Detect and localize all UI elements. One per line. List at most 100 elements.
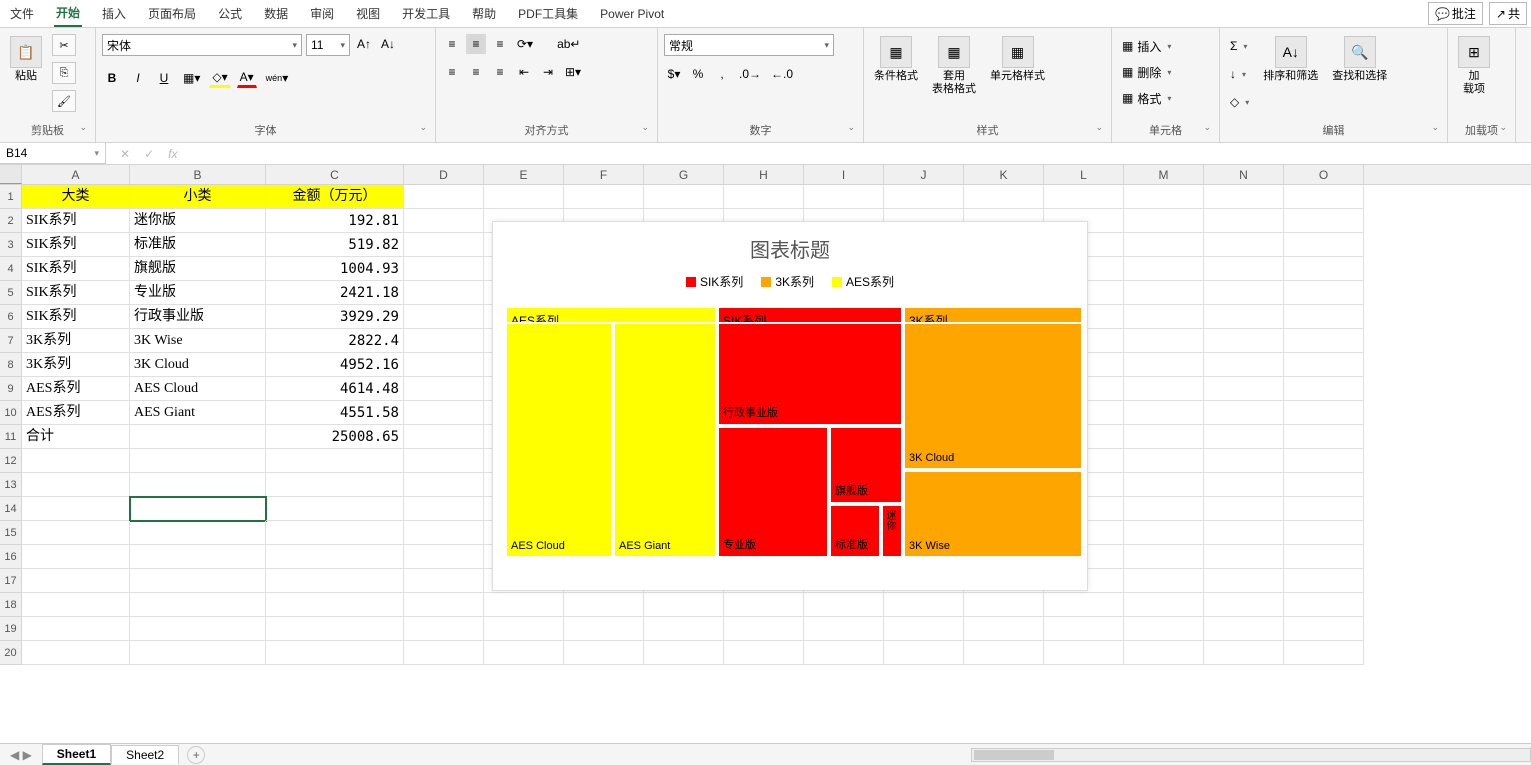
cell-N4[interactable]	[1204, 257, 1284, 281]
col-header-D[interactable]: D	[404, 165, 484, 184]
cell-O13[interactable]	[1284, 473, 1364, 497]
cell-M8[interactable]	[1124, 353, 1204, 377]
cell-B8[interactable]: 3K Cloud	[130, 353, 266, 377]
cell-O9[interactable]	[1284, 377, 1364, 401]
increase-font-icon[interactable]: A↑	[354, 34, 374, 54]
cell-C2[interactable]: 192.81	[266, 209, 404, 233]
cell-B9[interactable]: AES Cloud	[130, 377, 266, 401]
cell-M12[interactable]	[1124, 449, 1204, 473]
cell-K18[interactable]	[964, 593, 1044, 617]
col-header-A[interactable]: A	[22, 165, 130, 184]
cell-A3[interactable]: SIK系列	[22, 233, 130, 257]
fx-icon[interactable]: fx	[168, 147, 177, 161]
cancel-icon[interactable]: ✕	[120, 147, 130, 161]
cell-O20[interactable]	[1284, 641, 1364, 665]
share-button[interactable]: ↗ 共	[1489, 2, 1527, 25]
cell-D20[interactable]	[404, 641, 484, 665]
cell-A9[interactable]: AES系列	[22, 377, 130, 401]
cell-C12[interactable]	[266, 449, 404, 473]
align-left-icon[interactable]: ≡	[442, 62, 462, 82]
cell-A16[interactable]	[22, 545, 130, 569]
sheet-tab-2[interactable]: Sheet2	[111, 745, 179, 764]
cell-A4[interactable]: SIK系列	[22, 257, 130, 281]
cell-D19[interactable]	[404, 617, 484, 641]
cell-A10[interactable]: AES系列	[22, 401, 130, 425]
cell-N6[interactable]	[1204, 305, 1284, 329]
col-header-H[interactable]: H	[724, 165, 804, 184]
cell-N20[interactable]	[1204, 641, 1284, 665]
cell-styles-button[interactable]: ▦单元格样式	[986, 34, 1049, 85]
align-top-icon[interactable]: ≡	[442, 34, 462, 54]
cell-O7[interactable]	[1284, 329, 1364, 353]
cell-D18[interactable]	[404, 593, 484, 617]
cell-D7[interactable]	[404, 329, 484, 353]
cell-N5[interactable]	[1204, 281, 1284, 305]
row-header-20[interactable]: 20	[0, 641, 22, 665]
cell-A8[interactable]: 3K系列	[22, 353, 130, 377]
cell-M4[interactable]	[1124, 257, 1204, 281]
cell-N8[interactable]	[1204, 353, 1284, 377]
autosum-button[interactable]: Σ	[1226, 34, 1253, 58]
align-middle-icon[interactable]: ≡	[466, 34, 486, 54]
cell-C4[interactable]: 1004.93	[266, 257, 404, 281]
decrease-font-icon[interactable]: A↓	[378, 34, 398, 54]
col-header-N[interactable]: N	[1204, 165, 1284, 184]
tab-review[interactable]: 审阅	[308, 1, 336, 26]
cell-H18[interactable]	[724, 593, 804, 617]
wrap-text-button[interactable]: ab↵	[554, 34, 583, 54]
cell-D1[interactable]	[404, 185, 484, 209]
cell-M15[interactable]	[1124, 521, 1204, 545]
cell-M18[interactable]	[1124, 593, 1204, 617]
cell-C1[interactable]: 金额（万元）	[266, 185, 404, 209]
cell-N9[interactable]	[1204, 377, 1284, 401]
cell-O16[interactable]	[1284, 545, 1364, 569]
comma-icon[interactable]: ,	[712, 64, 732, 84]
cell-M11[interactable]	[1124, 425, 1204, 449]
cell-E1[interactable]	[484, 185, 564, 209]
cell-N3[interactable]	[1204, 233, 1284, 257]
cell-C5[interactable]: 2421.18	[266, 281, 404, 305]
cell-J19[interactable]	[884, 617, 964, 641]
cell-D2[interactable]	[404, 209, 484, 233]
cell-B11[interactable]	[130, 425, 266, 449]
bold-button[interactable]: B	[102, 68, 122, 88]
cell-N1[interactable]	[1204, 185, 1284, 209]
cell-O10[interactable]	[1284, 401, 1364, 425]
comments-button[interactable]: 💬 批注	[1428, 2, 1483, 25]
cell-N2[interactable]	[1204, 209, 1284, 233]
merge-button[interactable]: ⊞▾	[562, 62, 584, 82]
table-format-button[interactable]: ▦套用 表格格式	[928, 34, 980, 98]
cell-M2[interactable]	[1124, 209, 1204, 233]
cell-B10[interactable]: AES Giant	[130, 401, 266, 425]
cell-B13[interactable]	[130, 473, 266, 497]
clear-button[interactable]: ◇	[1226, 90, 1253, 114]
cell-O19[interactable]	[1284, 617, 1364, 641]
cell-O3[interactable]	[1284, 233, 1364, 257]
cell-N11[interactable]	[1204, 425, 1284, 449]
tab-pivot[interactable]: Power Pivot	[598, 3, 666, 25]
row-header-16[interactable]: 16	[0, 545, 22, 569]
cell-A1[interactable]: 大类	[22, 185, 130, 209]
align-right-icon[interactable]: ≡	[490, 62, 510, 82]
tab-layout[interactable]: 页面布局	[146, 1, 198, 26]
cell-O4[interactable]	[1284, 257, 1364, 281]
cell-C18[interactable]	[266, 593, 404, 617]
cell-I18[interactable]	[804, 593, 884, 617]
cell-L18[interactable]	[1044, 593, 1124, 617]
cell-G1[interactable]	[644, 185, 724, 209]
cell-G19[interactable]	[644, 617, 724, 641]
cell-A18[interactable]	[22, 593, 130, 617]
col-header-E[interactable]: E	[484, 165, 564, 184]
cell-C8[interactable]: 4952.16	[266, 353, 404, 377]
add-sheet-button[interactable]: +	[187, 746, 205, 764]
cell-D8[interactable]	[404, 353, 484, 377]
font-color-button[interactable]: A▾	[237, 68, 257, 88]
cell-A2[interactable]: SIK系列	[22, 209, 130, 233]
cell-L20[interactable]	[1044, 641, 1124, 665]
cell-B12[interactable]	[130, 449, 266, 473]
cell-N18[interactable]	[1204, 593, 1284, 617]
cell-G18[interactable]	[644, 593, 724, 617]
tab-dev[interactable]: 开发工具	[400, 1, 452, 26]
cell-J18[interactable]	[884, 593, 964, 617]
cell-C20[interactable]	[266, 641, 404, 665]
